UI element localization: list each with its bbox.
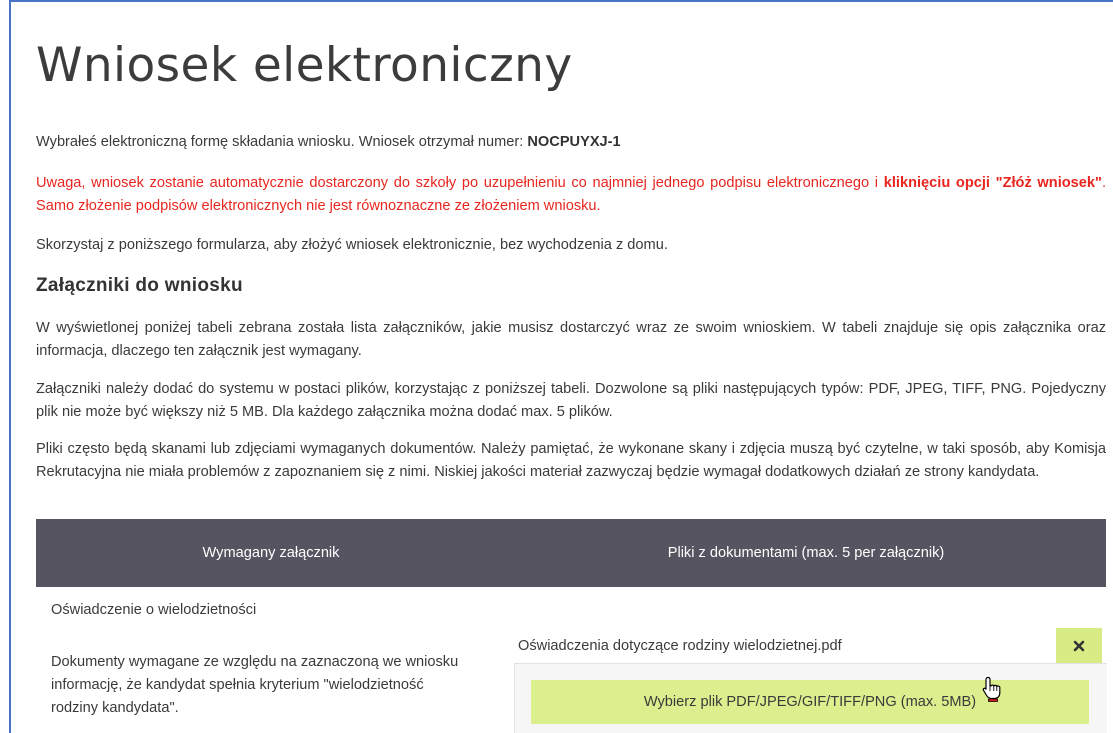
column-header-required-attachment: Wymagany załącznik bbox=[202, 545, 340, 561]
column-header-document-files: Pliki z dokumentami (max. 5 per załączni… bbox=[667, 545, 945, 561]
remove-file-button[interactable] bbox=[1056, 628, 1102, 664]
warning-bold-text: kliknięciu opcji "Złóż wniosek" bbox=[883, 175, 1102, 191]
attachments-paragraph-1: W wyświetlonej poniżej tabeli zebrana zo… bbox=[36, 320, 1106, 359]
close-icon bbox=[1073, 640, 1085, 652]
intro-text: Wybrałeś elektroniczną formę składania w… bbox=[36, 134, 528, 150]
attachments-paragraph-3: Pliki często będą skanami lub zdjęciami … bbox=[36, 441, 1106, 480]
uploaded-file-row: Oświadczenia dotyczące rodziny wielodzie… bbox=[518, 628, 1106, 664]
hand-pointer-cursor-icon bbox=[982, 676, 1001, 702]
attachments-heading: Załączniki do wniosku bbox=[36, 275, 243, 296]
application-number: NOCPUYXJ-1 bbox=[527, 134, 621, 150]
upload-panel: Wybierz plik PDF/JPEG/GIF/TIFF/PNG (max.… bbox=[514, 663, 1107, 733]
choose-file-button[interactable]: Wybierz plik PDF/JPEG/GIF/TIFF/PNG (max.… bbox=[531, 680, 1089, 724]
uploaded-file-name: Oświadczenia dotyczące rodziny wielodzie… bbox=[518, 638, 842, 654]
attachment-title: Oświadczenie o wielodzietności bbox=[51, 602, 257, 618]
page-title: Wniosek elektroniczny bbox=[36, 38, 573, 93]
warning-paragraph: Uwaga, wniosek zostanie automatycznie do… bbox=[36, 172, 1106, 218]
form-hint: Skorzystaj z poniższego formularza, aby … bbox=[36, 237, 668, 253]
attachments-paragraph-2: Załączniki należy dodać do systemu w pos… bbox=[36, 381, 1106, 420]
window-border-top bbox=[9, 0, 1113, 2]
attachments-table-header: Wymagany załącznik Pliki z dokumentami (… bbox=[36, 519, 1106, 587]
attachment-description: Dokumenty wymagane ze względu na zaznacz… bbox=[51, 654, 459, 716]
intro-paragraph: Wybrałeś elektroniczną formę składania w… bbox=[36, 131, 1106, 154]
window-border-left bbox=[9, 0, 11, 733]
warning-text: Uwaga, wniosek zostanie automatycznie do… bbox=[36, 175, 884, 191]
